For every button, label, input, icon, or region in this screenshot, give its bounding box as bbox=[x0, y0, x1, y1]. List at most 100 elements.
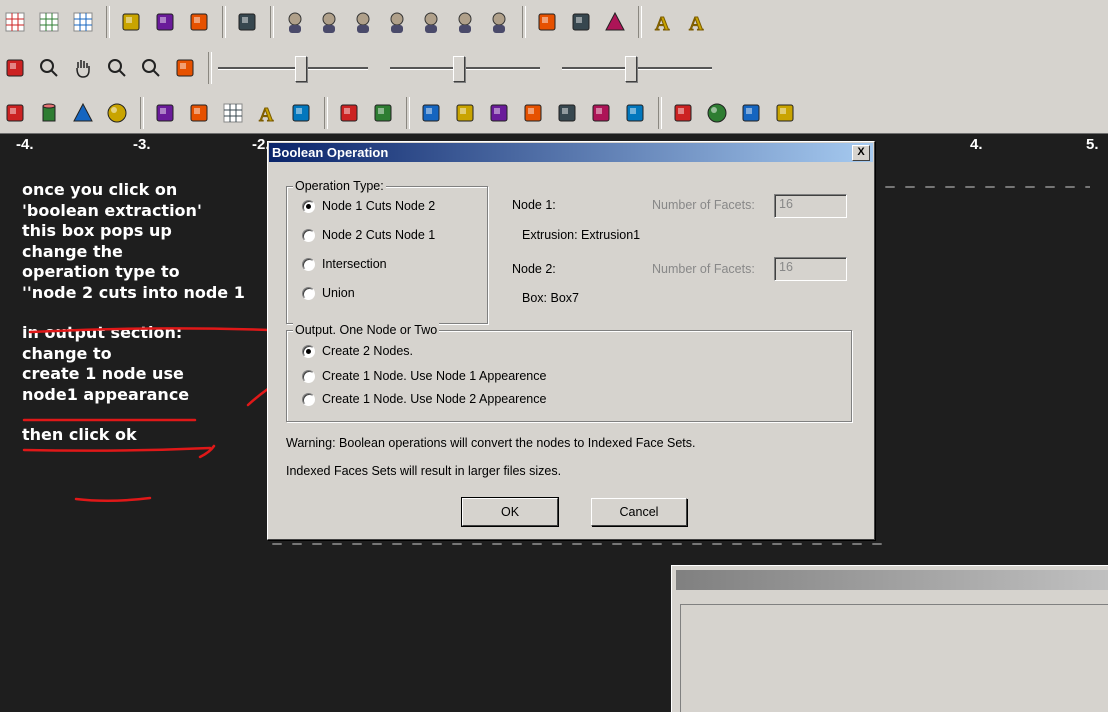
dialog-title: Boolean Operation bbox=[272, 145, 389, 160]
world-icon[interactable] bbox=[702, 98, 732, 128]
radio-create-1-node-use-node2[interactable]: Create 1 Node. Use Node 2 Appearence bbox=[302, 392, 546, 406]
node-paste-icon[interactable] bbox=[150, 7, 180, 37]
touch-sensor-icon[interactable] bbox=[770, 98, 800, 128]
elevation-grid-icon[interactable] bbox=[218, 98, 248, 128]
close-icon[interactable]: X bbox=[852, 145, 870, 161]
indexed-face-icon[interactable] bbox=[150, 98, 180, 128]
radio-dot[interactable] bbox=[302, 369, 315, 383]
viewpoint-icon[interactable] bbox=[450, 98, 480, 128]
annotation-line: operation type to bbox=[22, 262, 180, 281]
annotation-line: once you click on bbox=[22, 180, 178, 199]
avatar-6-icon[interactable] bbox=[450, 7, 480, 37]
line-set-icon[interactable] bbox=[368, 98, 398, 128]
navigation-icon[interactable] bbox=[586, 98, 616, 128]
sound-icon[interactable] bbox=[518, 98, 548, 128]
warning-line-1: Warning: Boolean operations will convert… bbox=[286, 436, 696, 450]
fog-icon[interactable] bbox=[552, 98, 582, 128]
radio-label: Intersection bbox=[322, 257, 387, 271]
annotation-then: then bbox=[22, 425, 69, 444]
toolbar-slider[interactable] bbox=[218, 53, 368, 83]
radio-node2-cuts-node1[interactable]: Node 2 Cuts Node 1 bbox=[302, 228, 435, 242]
timer-icon[interactable] bbox=[736, 98, 766, 128]
ok-button[interactable]: OK bbox=[461, 497, 559, 527]
toolbar-separator bbox=[406, 97, 410, 129]
ruler-label: -4. bbox=[16, 136, 34, 153]
radio-dot[interactable] bbox=[302, 199, 315, 213]
avatar-2-icon[interactable] bbox=[314, 7, 344, 37]
node-copy-icon[interactable] bbox=[116, 7, 146, 37]
avatar-4-icon[interactable] bbox=[382, 7, 412, 37]
radio-label: Create 2 Nodes. bbox=[322, 344, 414, 358]
zoom-out-icon[interactable] bbox=[136, 53, 166, 83]
extrusion-icon[interactable] bbox=[184, 98, 214, 128]
dialog-title-bar[interactable]: Boolean Operation X bbox=[269, 143, 873, 162]
avatar-1-icon[interactable] bbox=[280, 7, 310, 37]
anchor-icon[interactable] bbox=[600, 7, 630, 37]
sensor-icon[interactable] bbox=[566, 7, 596, 37]
warning-line-2: Indexed Faces Sets will result in larger… bbox=[286, 464, 562, 478]
light-icon[interactable] bbox=[416, 98, 446, 128]
text-icon[interactable]: A bbox=[648, 7, 678, 37]
cone-icon[interactable] bbox=[68, 98, 98, 128]
slider-thumb[interactable] bbox=[295, 56, 307, 82]
text-outline-icon[interactable]: A bbox=[682, 7, 712, 37]
radio-dot[interactable] bbox=[302, 286, 315, 300]
radio-node1-cuts-node2[interactable]: Node 1 Cuts Node 2 bbox=[302, 199, 435, 213]
text-shape-icon[interactable]: A bbox=[252, 98, 282, 128]
radio-dot[interactable] bbox=[302, 392, 315, 406]
hand-pan-icon[interactable] bbox=[68, 53, 98, 83]
radio-label: Node 1 Cuts Node 2 bbox=[322, 199, 436, 213]
radio-dot[interactable] bbox=[302, 257, 315, 271]
node2-facets-label: Number of Facets: bbox=[652, 262, 755, 276]
ruler-icon[interactable] bbox=[68, 7, 98, 37]
toolbar-separator bbox=[208, 52, 212, 84]
boolean-operation-dialog: Boolean Operation X Operation Type: Node… bbox=[267, 141, 875, 540]
toolbar-slider[interactable] bbox=[562, 53, 712, 83]
slider-thumb[interactable] bbox=[625, 56, 637, 82]
inline-icon[interactable] bbox=[620, 98, 650, 128]
toolbar-separator bbox=[222, 6, 226, 38]
sphere-icon[interactable] bbox=[102, 98, 132, 128]
boolean-icon[interactable] bbox=[286, 98, 316, 128]
cylinder-icon[interactable] bbox=[34, 98, 64, 128]
toolbar-separator bbox=[324, 97, 328, 129]
script-icon[interactable] bbox=[532, 7, 562, 37]
avatar-3-icon[interactable] bbox=[348, 7, 378, 37]
slider-thumb[interactable] bbox=[453, 56, 465, 82]
cancel-button[interactable]: Cancel bbox=[591, 498, 687, 526]
box-icon[interactable] bbox=[0, 98, 30, 128]
navigate-icon[interactable] bbox=[0, 53, 30, 83]
app-window: AA A -4. -3. -2. 4. 5. once you click on… bbox=[0, 0, 1108, 712]
toolbar-row-3: A bbox=[0, 93, 804, 133]
shape-icon[interactable] bbox=[232, 7, 262, 37]
avatar-7-icon[interactable] bbox=[484, 7, 514, 37]
radio-intersection[interactable]: Intersection bbox=[302, 257, 387, 271]
node2-description: Box: Box7 bbox=[522, 291, 579, 305]
pie-icon[interactable] bbox=[334, 98, 364, 128]
node1-facets-field[interactable]: 16 bbox=[774, 194, 847, 218]
avatar-5-icon[interactable] bbox=[416, 7, 446, 37]
radio-union[interactable]: Union bbox=[302, 286, 355, 300]
grid-dots bbox=[267, 543, 887, 545]
radio-label: Union bbox=[322, 286, 355, 300]
radio-create-2-nodes[interactable]: Create 2 Nodes. bbox=[302, 344, 413, 358]
search-icon[interactable] bbox=[34, 53, 64, 83]
fit-view-icon[interactable] bbox=[170, 53, 200, 83]
transform-icon[interactable] bbox=[668, 98, 698, 128]
node2-facets-field[interactable]: 16 bbox=[774, 257, 847, 281]
operation-type-label: Operation Type: bbox=[293, 179, 386, 193]
toolbar-slider[interactable] bbox=[390, 53, 540, 83]
node-group-icon[interactable] bbox=[184, 7, 214, 37]
axes-icon[interactable] bbox=[34, 7, 64, 37]
tutorial-annotation: once you click on 'boolean extraction' t… bbox=[22, 180, 282, 446]
annotation-line: create 1 node use bbox=[22, 364, 184, 383]
annotation-line: 'boolean extraction' bbox=[22, 200, 202, 220]
secondary-panel-titlebar[interactable] bbox=[676, 570, 1108, 590]
annotation-line: this box pops up bbox=[22, 221, 172, 240]
grid-icon[interactable] bbox=[0, 7, 30, 37]
radio-dot[interactable] bbox=[302, 344, 315, 358]
background-icon[interactable] bbox=[484, 98, 514, 128]
radio-create-1-node-use-node1[interactable]: Create 1 Node. Use Node 1 Appearence bbox=[302, 369, 546, 383]
radio-dot[interactable] bbox=[302, 228, 315, 242]
zoom-in-icon[interactable] bbox=[102, 53, 132, 83]
